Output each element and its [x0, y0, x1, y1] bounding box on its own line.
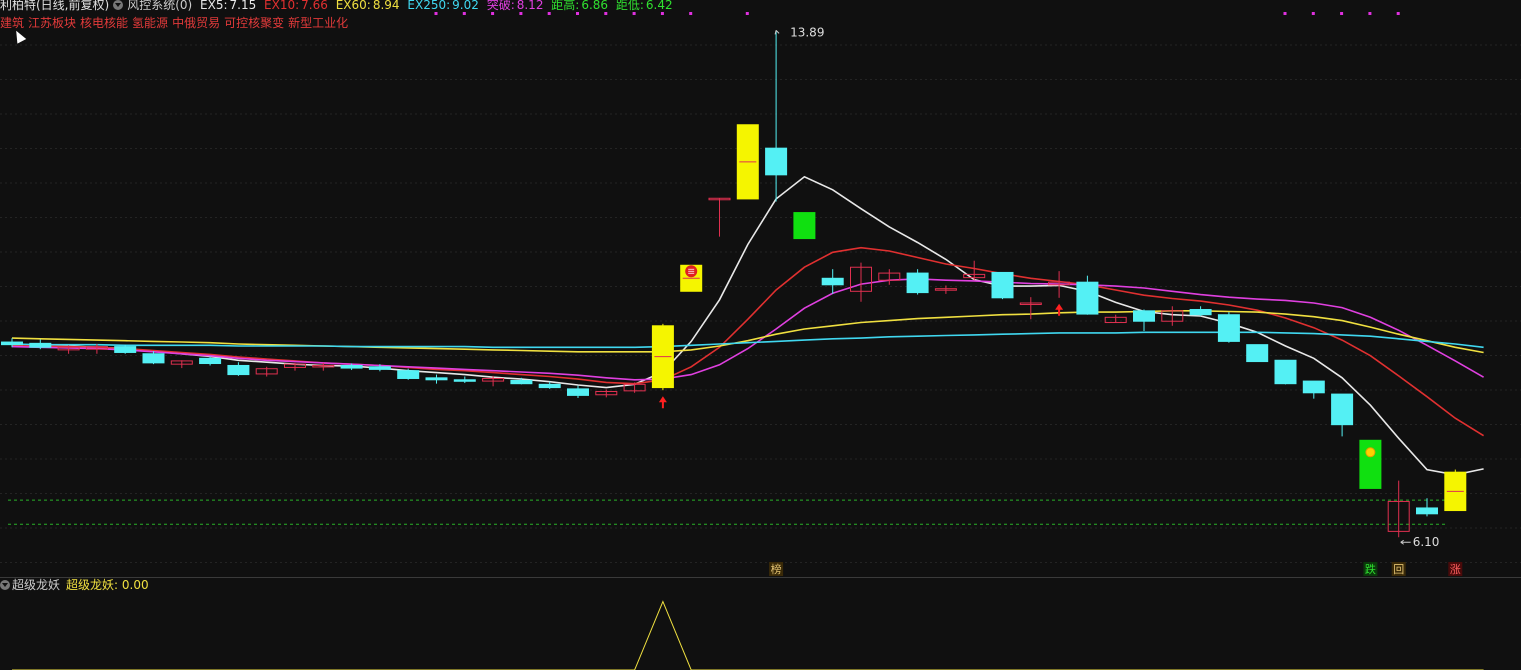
- ex5-value: 7.15: [229, 0, 257, 12]
- candle-body: [142, 353, 165, 364]
- candle-body: [227, 364, 250, 376]
- candle-body: [991, 271, 1014, 299]
- top-dot: [519, 12, 523, 15]
- bottom-signal-label: 跌: [1365, 562, 1376, 576]
- indicator-header: 利柏特(日线,前复权) 风控系统(0) EX5: 7.15 EX10: 7.66 EX…: [0, 0, 677, 12]
- candle-body: [340, 364, 363, 369]
- top-dot: [462, 12, 466, 15]
- up-arrow-icon: [1055, 303, 1064, 316]
- candle-body: [425, 377, 448, 381]
- candle-body: [1, 341, 23, 346]
- candlestick-chart[interactable]: 13.89 6.10 榜 跌 回 涨: [0, 0, 1521, 577]
- tupo-label: 突破:: [486, 0, 515, 12]
- min-price-label: 6.10: [1413, 535, 1440, 549]
- candle-body: [199, 357, 222, 365]
- indicator-name[interactable]: 风控系统(0): [127, 0, 192, 12]
- candle-body: [1189, 309, 1212, 316]
- candle-body: [1416, 507, 1438, 515]
- top-dot: [745, 12, 749, 15]
- candle-body: [1133, 310, 1155, 322]
- ex10-value: 7.66: [301, 0, 328, 12]
- gold-dot-icon: [1365, 447, 1376, 458]
- candle-body: [1331, 393, 1354, 426]
- top-dot: [1368, 12, 1372, 15]
- moving-average-lines: [11, 175, 1485, 476]
- min-price-pointer: [1400, 539, 1411, 545]
- bottom-signal-label: 榜: [771, 562, 782, 576]
- judi-label: 距低:: [615, 0, 644, 12]
- candle-body: [1217, 314, 1240, 342]
- ex60-label: EX60:: [335, 0, 371, 12]
- concept-tag[interactable]: 可控核聚变: [224, 16, 284, 30]
- ex60-value: 8.94: [372, 0, 400, 12]
- candles: [1, 30, 1467, 538]
- bottom-signal-labels: 榜跌回涨: [769, 562, 1463, 576]
- candle-body: [567, 388, 589, 396]
- candle-body: [453, 379, 476, 382]
- ex250-value: 9.02: [452, 0, 479, 12]
- candle-body: [29, 342, 52, 348]
- dragon-indicator-line: [12, 600, 1484, 670]
- concept-tag[interactable]: 中俄贸易: [172, 16, 220, 30]
- jugao-label: 距高:: [551, 0, 580, 12]
- top-dot: [1396, 12, 1400, 15]
- concept-tags: 建筑 江苏板块 核电核能 氢能源 中俄贸易 可控核聚变 新型工业化: [0, 16, 352, 30]
- concept-tag[interactable]: 核电核能: [80, 16, 128, 30]
- ex10-label: EX10:: [264, 0, 300, 12]
- top-dot: [604, 12, 608, 15]
- candle-body: [397, 370, 420, 379]
- top-dot: [689, 12, 693, 15]
- candle-body: [765, 147, 788, 176]
- max-price-label: 13.89: [790, 25, 824, 39]
- dragon-indicator-chart[interactable]: [0, 578, 1521, 670]
- top-dot: [660, 12, 664, 15]
- jugao-value: 6.86: [581, 0, 609, 12]
- top-dot: [1311, 12, 1315, 15]
- candle-body: [368, 366, 391, 370]
- candle-body: [906, 272, 929, 294]
- judi-value: 6.42: [645, 0, 673, 12]
- concept-tag[interactable]: 江苏板块: [28, 16, 76, 30]
- dragon-line-path: [12, 600, 1484, 670]
- ex5-label: EX5:: [200, 0, 228, 12]
- grid-lines: [0, 44, 1521, 563]
- max-price-pointer: [774, 30, 780, 35]
- candle-body: [538, 383, 561, 389]
- candle-body: [1246, 344, 1269, 363]
- stock-title[interactable]: 利柏特(日线,前复权): [0, 0, 109, 12]
- candle-body: [1302, 380, 1325, 394]
- tupo-value: 8.12: [516, 0, 544, 12]
- candle-body: [821, 277, 844, 286]
- concept-tag[interactable]: 氢能源: [132, 16, 168, 30]
- top-dot: [1340, 12, 1344, 15]
- up-arrow-icon: [658, 396, 667, 409]
- candle-body: [793, 212, 816, 240]
- price-annotations: 13.89 6.10: [774, 25, 1440, 549]
- candle-body: [510, 379, 533, 385]
- bottom-signal-label: 回: [1393, 563, 1404, 576]
- chevron-down-icon[interactable]: [113, 0, 124, 10]
- concept-tag[interactable]: 新型工业化: [288, 16, 348, 30]
- candle-body: [1076, 281, 1099, 315]
- top-dot: [547, 12, 551, 15]
- ma-line-ex10: [11, 246, 1485, 437]
- candle-body: [114, 346, 137, 353]
- ma-line-ex5: [11, 175, 1484, 476]
- top-dot: [632, 12, 636, 15]
- ma-line-tupo: [11, 278, 1484, 381]
- top-dot: [491, 12, 495, 15]
- bottom-signal-label: 涨: [1450, 563, 1461, 576]
- candle-body: [1274, 359, 1297, 385]
- top-dot: [434, 12, 438, 15]
- top-dot: [1283, 12, 1287, 15]
- top-signal-dots: [434, 12, 1400, 15]
- top-dot: [576, 12, 579, 15]
- stop-lines: [8, 499, 1445, 525]
- ex250-label: EX250:: [407, 0, 451, 12]
